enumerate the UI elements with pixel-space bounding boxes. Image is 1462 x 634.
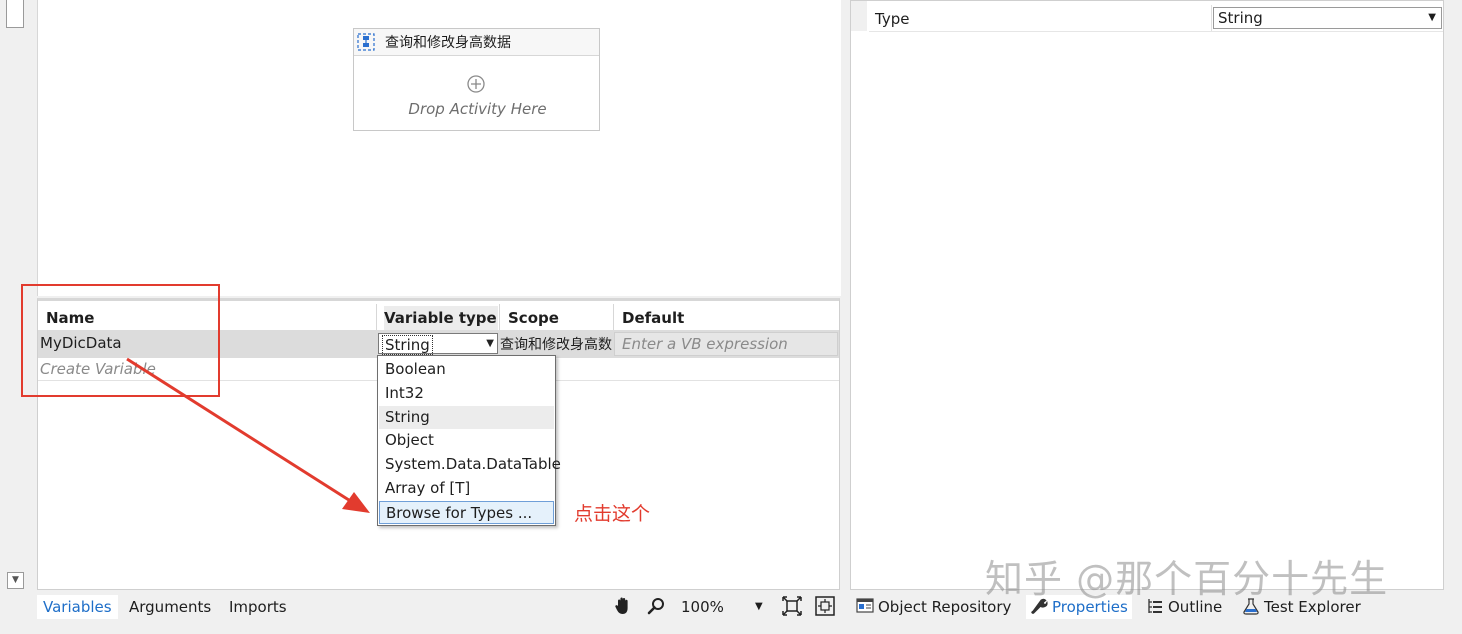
column-header-variable-type[interactable]: Variable type: [384, 306, 498, 330]
sequence-activity[interactable]: 查询和修改身高数据 Drop Activity Here: [353, 28, 600, 131]
dropdown-item-datatable[interactable]: System.Data.DataTable: [379, 453, 561, 476]
dropdown-item-object[interactable]: Object: [379, 429, 554, 452]
column-separator: [613, 304, 614, 332]
property-type-value: String: [1218, 9, 1263, 27]
dropdown-item-boolean[interactable]: Boolean: [379, 358, 554, 381]
sequence-header[interactable]: 查询和修改身高数据: [354, 29, 599, 56]
tab-variables[interactable]: Variables: [37, 595, 118, 619]
fit-to-screen-icon[interactable]: [782, 596, 802, 616]
variable-type-value: String: [382, 335, 433, 355]
property-type-select[interactable]: String ▼: [1213, 7, 1442, 29]
property-row-type: Type String ▼: [869, 5, 1443, 32]
search-icon[interactable]: [646, 596, 666, 616]
variable-type-dropdown[interactable]: Boolean Int32 String Object System.Data.…: [377, 355, 561, 526]
zoom-level[interactable]: 100%: [681, 595, 724, 619]
dropdown-item-string[interactable]: String: [379, 406, 554, 429]
chevron-down-icon[interactable]: ▼: [486, 336, 494, 352]
chevron-down-icon[interactable]: ▼: [1428, 10, 1436, 26]
annotation-label: 点击这个: [574, 503, 651, 525]
overview-icon[interactable]: [815, 596, 835, 616]
scroll-down-button[interactable]: ▼: [7, 572, 24, 589]
variable-type-select[interactable]: String ▼: [378, 333, 498, 355]
designer-bottom-bar: Variables Arguments Imports 100% ▼: [37, 592, 840, 620]
column-header-scope[interactable]: Scope: [508, 306, 612, 330]
watermark: 知乎 @那个百分十先生: [985, 557, 1389, 601]
tab-imports[interactable]: Imports: [223, 595, 293, 619]
tab-arguments[interactable]: Arguments: [123, 595, 217, 619]
dropdown-item-int32[interactable]: Int32: [379, 382, 554, 405]
column-separator: [376, 304, 377, 332]
property-column-divider[interactable]: [1211, 5, 1212, 31]
dropdown-item-browse-for-types[interactable]: Browse for Types ...: [379, 501, 554, 524]
vertical-scrollbar-thumb[interactable]: [6, 0, 24, 28]
hand-icon[interactable]: [613, 596, 633, 616]
chevron-down-icon[interactable]: ▼: [755, 595, 763, 619]
add-activity-icon[interactable]: [466, 74, 486, 94]
sequence-icon: [357, 33, 375, 51]
designer-canvas[interactable]: 查询和修改身高数据 Drop Activity Here: [37, 0, 841, 296]
sequence-title: 查询和修改身高数据: [385, 35, 511, 51]
dropdown-item-array[interactable]: Array of [T]: [379, 477, 554, 500]
column-separator: [499, 304, 500, 332]
variable-scope-cell[interactable]: 查询和修改身高数据: [500, 334, 612, 354]
default-placeholder: Enter a VB expression: [622, 335, 788, 353]
properties-category-strip: [851, 1, 867, 31]
variable-default-input[interactable]: Enter a VB expression: [614, 332, 838, 356]
object-repository-icon: [856, 598, 874, 613]
property-label-type: Type: [875, 10, 910, 28]
properties-panel: Type String ▼: [850, 0, 1444, 590]
column-header-default[interactable]: Default: [622, 306, 822, 330]
drop-activity-hint: Drop Activity Here: [408, 100, 547, 118]
annotation-highlight-box: [21, 284, 220, 397]
